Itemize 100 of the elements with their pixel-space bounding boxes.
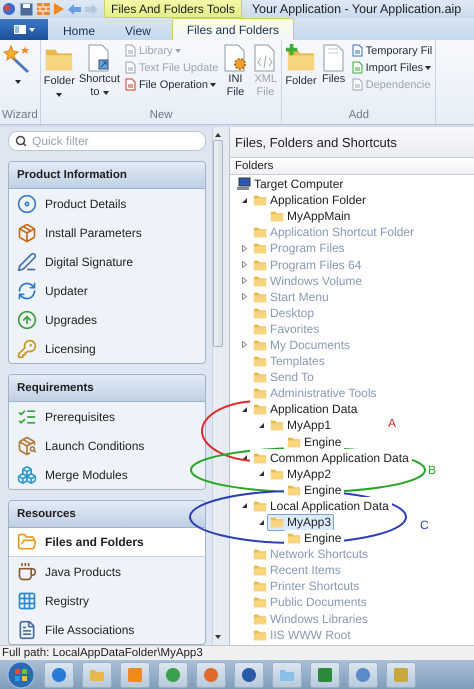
folder-icon: [270, 515, 284, 530]
ribbon-button[interactable]: Shortcut to: [78, 42, 121, 100]
expander-icon[interactable]: [240, 502, 248, 510]
caret-icon: [56, 92, 62, 97]
caret-icon: [210, 82, 216, 86]
sidebar-item[interactable]: Upgrades: [9, 305, 205, 334]
expander-icon[interactable]: [258, 518, 264, 526]
folder-icon: [253, 258, 267, 272]
save-icon[interactable]: [20, 2, 33, 16]
sidebar-group-header[interactable]: Requirements: [9, 375, 205, 402]
ribbon-group-label: Wizard: [2, 109, 38, 123]
taskbar-app-button[interactable]: [348, 662, 378, 688]
coffee-cup-icon: [17, 562, 37, 582]
status-bar-text: Full path: LocalAppDataFolder\MyApp3: [0, 645, 474, 660]
folder-icon: [287, 482, 301, 497]
expander-icon[interactable]: [258, 470, 264, 478]
ribbon-group-label: Add: [348, 109, 370, 123]
sidebar-item[interactable]: Java Products: [9, 557, 205, 586]
ribbon-button[interactable]: Temporary Fil: [350, 43, 434, 58]
sidebar-item[interactable]: File Associations: [9, 615, 205, 644]
square-app-icon: [393, 666, 409, 682]
folder-icon: [253, 193, 267, 208]
search-field[interactable]: Quick filter: [8, 131, 206, 151]
ribbon-button[interactable]: Files: [320, 42, 348, 88]
key-icon: [17, 338, 37, 358]
sidebar-item[interactable]: Digital Signature: [9, 247, 205, 276]
round-app-icon: [165, 666, 181, 682]
caret-icon: [174, 48, 181, 52]
annotation-label: B: [428, 463, 436, 477]
ribbon-button[interactable]: Folder: [284, 42, 318, 90]
scroll-down-arrow-icon[interactable]: [215, 635, 221, 639]
folder-icon: [253, 322, 267, 336]
ribbon-button[interactable]: Import Files: [350, 60, 434, 75]
folder-icon: [253, 306, 267, 320]
taskbar-app-button[interactable]: [196, 662, 226, 688]
signature-icon: [17, 252, 37, 272]
ribbon-tab[interactable]: Home: [48, 20, 110, 40]
text-file-icon: [124, 61, 137, 74]
package-icon: [17, 222, 37, 242]
panel-title: Files, Folders and Shortcuts: [230, 127, 474, 158]
application-menu-button[interactable]: [0, 19, 48, 40]
tree-item[interactable]: MyApp3: [267, 514, 334, 531]
sidebar-item[interactable]: Licensing: [9, 334, 205, 363]
window-title: Your Application - Your Application.aip: [250, 1, 462, 18]
folder-icon: [253, 225, 267, 240]
sidebar-item[interactable]: Registry: [9, 586, 205, 615]
square-app-icon: [127, 666, 143, 682]
disc-icon: [17, 194, 37, 214]
expander-icon[interactable]: [240, 196, 248, 204]
taskbar-app-button[interactable]: [44, 662, 74, 688]
scroll-bar[interactable]: [212, 127, 223, 645]
round-app-icon: [241, 666, 257, 682]
document-gear-icon: [222, 44, 248, 72]
ribbon-button[interactable]: INI File: [221, 42, 250, 100]
taskbar-app-button[interactable]: [234, 662, 264, 688]
scroll-up-arrow-icon[interactable]: [215, 133, 221, 137]
ribbon-tab[interactable]: Files and Folders: [172, 18, 294, 40]
sidebar-group-header[interactable]: Product Information: [9, 162, 205, 189]
ribbon-button[interactable]: Folder: [42, 42, 76, 102]
square-app-icon: [317, 666, 333, 682]
sidebar-item[interactable]: Install Parameters: [9, 218, 205, 247]
caret-icon: [102, 90, 109, 95]
play-icon[interactable]: [54, 3, 64, 15]
folder-icon: [287, 531, 301, 546]
round-app-icon: [51, 666, 67, 682]
caret-icon: [425, 66, 432, 70]
column-header[interactable]: Folders: [230, 158, 474, 175]
ribbon-button[interactable]: File Operation: [122, 77, 220, 92]
ribbon-tab[interactable]: View: [110, 20, 166, 40]
bricks-icon[interactable]: [37, 3, 50, 15]
sidebar-group-header[interactable]: Resources: [9, 501, 205, 528]
folder-icon: [253, 274, 267, 288]
round-app-icon: [355, 666, 371, 682]
back-arrow-icon[interactable]: [68, 4, 81, 14]
taskbar-app-button[interactable]: [310, 662, 340, 688]
folder-icon: [270, 466, 284, 481]
document-icon: [17, 620, 37, 640]
folder-icon: [253, 547, 267, 562]
box-icon: [17, 436, 37, 456]
tree-item[interactable]: Engine: [284, 530, 344, 547]
caret-icon: [28, 28, 34, 32]
round-app-icon: [203, 666, 219, 682]
sidebar-item[interactable]: Product Details: [9, 189, 205, 218]
refresh-icon: [17, 280, 37, 300]
folder-icon: [253, 498, 267, 513]
sidebar-item[interactable]: Updater: [9, 276, 205, 305]
quick-filter-field[interactable]: Quick filter: [32, 134, 199, 148]
computer-icon: [236, 177, 251, 192]
folder-icon: [253, 370, 267, 384]
sidebar-item[interactable]: Launch Conditions: [9, 431, 205, 460]
folder-icon: [253, 628, 267, 642]
contextual-tab-header: Files And Folders Tools: [104, 0, 242, 18]
caret-icon: [15, 80, 21, 84]
folder-icon: [270, 209, 284, 224]
sidebar-item[interactable]: Files and Folders: [9, 528, 205, 557]
sidebar-item[interactable]: Prerequisites: [9, 402, 205, 431]
taskbar-app-button[interactable]: [158, 662, 188, 688]
app-logo-icon: [2, 2, 16, 16]
sidebar-item[interactable]: Merge Modules: [9, 460, 205, 489]
start-button[interactable]: [6, 660, 36, 688]
